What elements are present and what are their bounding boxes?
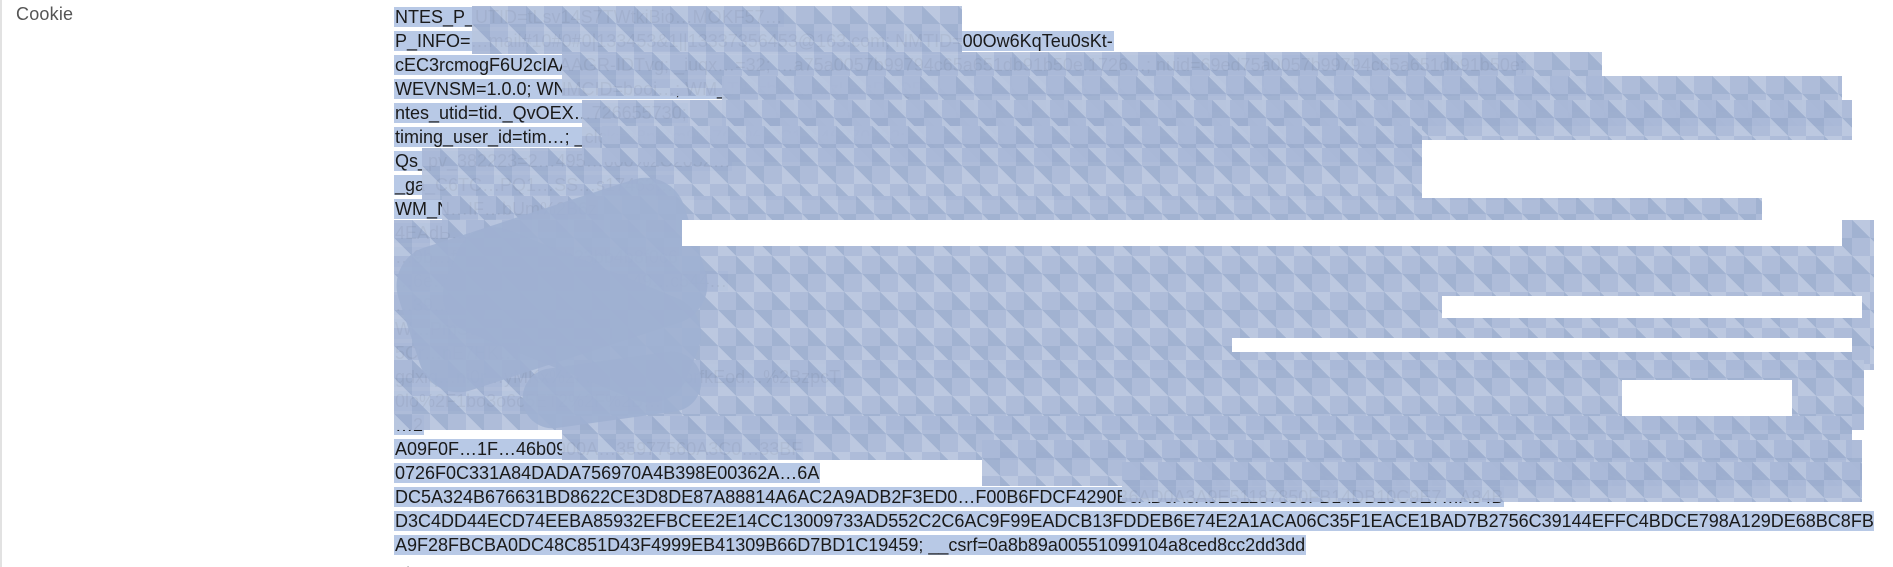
cookie-value-lines: NTES_P_UTID=tLsv14S7TWtkiBio…MOKF57… P_IN… xyxy=(394,5,1874,557)
selected-text: 0lo%2F1bo3o6c5ET2%2F%2B… xyxy=(394,391,663,411)
selected-text: W…PmS…gEmVg…ajiC% xyxy=(394,319,613,339)
cookie-value-line: timing_user_id=tim…; _clck=a8m4m9%7C2%…C… xyxy=(394,125,1874,149)
selected-text: …9b…ffc…9babcc…b23bb4b8f0c6 xyxy=(394,247,679,267)
cookie-value-line: gdxiq…ni0r…yMKx%2Fiiw1yPgAoCbrfkEod…%2Bz… xyxy=(394,365,1874,389)
selected-text: DC5A324B676631BD8622CE3D8DE87A88814A6AC2… xyxy=(394,487,1505,507)
cookie-value-line: D3C4DD44ECD74EEBA85932EFBCEE2E14CC130097… xyxy=(394,509,1874,533)
cookie-value-line: WM_N…IF…bUm%2B6z xyxy=(394,197,1874,221)
cookie-value-line: A9F28FBCBA0DC48C851D43F4999EB41309B66D7B… xyxy=(394,533,1874,557)
cookie-value-line: 4EAdB… xyxy=(394,221,1874,245)
cookie-value-line: …6e…0283b…5b…8c…a5…49…c544… xyxy=(394,269,1874,293)
selected-text: ntes_utid=tid._QvOEX…726655730; xyxy=(394,103,688,123)
selected-text: 4EAdB… xyxy=(394,223,471,243)
cookie-value-line: NTES_P_UTID=tLsv14S7TWtkiBio…MOKF57… xyxy=(394,5,1874,29)
cookie-value-line: 5Cr…nE7HK… xyxy=(394,341,1874,365)
selected-text: gdxiq…ni0r…yMKx%2Fiiw1yPgAoCbrfkEod…%2Bz… xyxy=(394,367,842,387)
cookie-value-line: …9b…ffc…9babcc…b23bb4b8f0c6 xyxy=(394,245,1874,269)
selected-text: …6e…0283b…5b…8c…a5…49…c544… xyxy=(394,271,729,291)
selected-text: P_INFO=…mail#10#0#0|133453&1||1333735645… xyxy=(394,31,1114,51)
cookie-value-line: 0lo%2F1bo3o6c5ET2%2F%2B… xyxy=(394,389,1874,413)
cookie-value-line: …2 xyxy=(394,413,1874,437)
cookie-value-line: P_INFO=…mail#10#0#0|133453&1||1333735645… xyxy=(394,29,1874,53)
selected-text: _ga_C6TC…PQ1…SS…s17463… xyxy=(394,175,675,195)
selected-text: cEC3rcmogF6U2cIAAAGR-IDTvg; _iuqx…=32; …… xyxy=(394,55,1526,75)
cookie-value-line: A09F0F…1F…46b0900A…35977560A3C0…33BF xyxy=(394,437,1874,461)
next-row-stub: , · xyxy=(394,558,413,567)
selected-text: D3C4DD44ECD74EEBA85932EFBCEE2E14CC130097… xyxy=(394,511,1874,531)
selected-text: WM_N…IF…bUm%2B6z xyxy=(394,199,599,219)
selected-text: …2 xyxy=(394,415,425,435)
cookie-value-line: DC5A324B676631BD8622CE3D8DE87A88814A6AC2… xyxy=(394,485,1874,509)
cookie-field-label: Cookie xyxy=(16,4,74,24)
cookie-value-line: …39…f8… xyxy=(394,293,1874,317)
cookie-value[interactable]: NTES_P_UTID=tLsv14S7TWtkiBio…MOKF57… P_IN… xyxy=(394,5,1874,561)
selected-text: 5Cr…nE7HK… xyxy=(394,343,519,363)
selected-text: A09F0F…1F…46b0900A…35977560A3C0…33BF xyxy=(394,439,804,459)
selected-text: NTES_P_UTID=tLsv14S7TWtkiBio…MOKF57… xyxy=(394,7,784,27)
selected-text: Qs_pv_382223=2…495…600%2C2052… xyxy=(394,151,732,171)
selected-text: timing_user_id=tim…; _clck=a8m4m9%7C2%…C… xyxy=(394,127,907,147)
cookie-value-line: ntes_utid=tid._QvOEX…726655730; xyxy=(394,101,1874,125)
cookie-value-line: 0726F0C331A84DADA756970A4B398E00362A…6A xyxy=(394,461,1874,485)
cookie-value-line: Qs_pv_382223=2…495…600%2C2052… xyxy=(394,149,1874,173)
selected-text: A9F28FBCBA0DC48C851D43F4999EB41309B66D7B… xyxy=(394,535,1307,555)
selected-text: WEVNSM=1.0.0; WNMCID=booi…; WM_TID=bW…Kr… xyxy=(394,79,943,99)
cookie-value-line: WEVNSM=1.0.0; WNMCID=booi…; WM_TID=bW…Kr… xyxy=(394,77,1874,101)
request-headers-panel: Cookie NTES_P_UTID=tLsv14S7TWtkiBio…MOKF… xyxy=(0,0,1893,567)
selected-text: …39…f8… xyxy=(394,295,486,315)
cookie-value-line: W…PmS…gEmVg…ajiC% xyxy=(394,317,1874,341)
selected-text: 0726F0C331A84DADA756970A4B398E00362A…6A xyxy=(394,463,821,483)
cookie-value-line: _ga_C6TC…PQ1…SS…s17463… xyxy=(394,173,1874,197)
cookie-value-line: cEC3rcmogF6U2cIAAAGR-IDTvg; _iuqx…=32; …… xyxy=(394,53,1874,77)
